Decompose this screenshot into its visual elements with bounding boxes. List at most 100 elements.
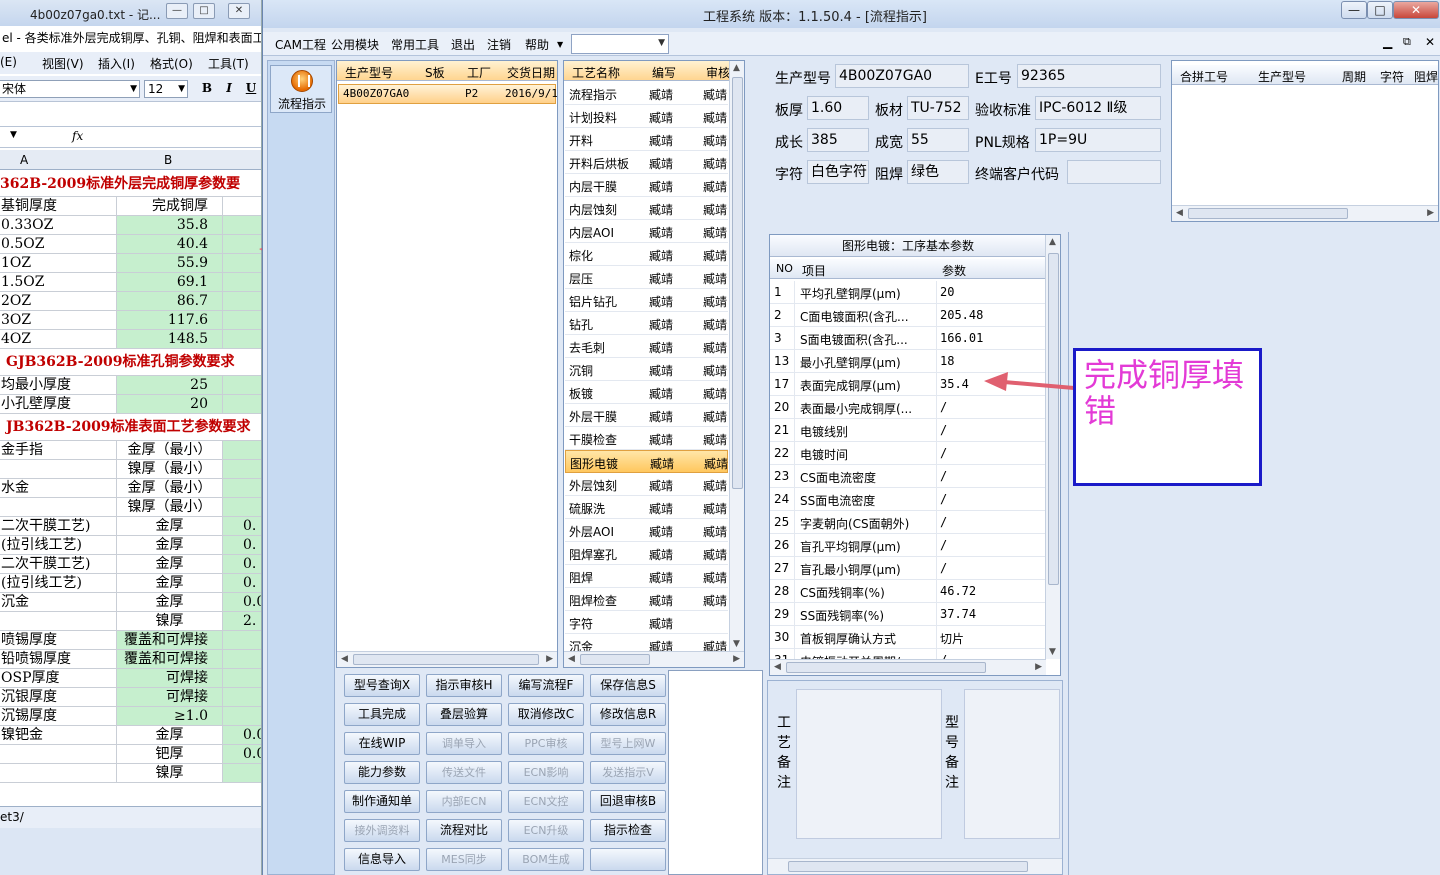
- underline-button[interactable]: U: [242, 81, 260, 97]
- length-field[interactable]: 385: [807, 128, 869, 152]
- cell-a[interactable]: 小孔壁厚度: [0, 395, 116, 413]
- process-row[interactable]: 内层干膜 臧靖 臧靖: [565, 174, 728, 197]
- process-row[interactable]: 棕化 臧靖 臧靖: [565, 243, 728, 266]
- process-row[interactable]: 外层蚀刻 臧靖 臧靖: [565, 473, 728, 496]
- section-title-cell[interactable]: 362B-2009标准外层完成铜厚参数要: [0, 171, 240, 196]
- cell-c[interactable]: [222, 311, 261, 329]
- process-row[interactable]: 层压 臧靖 臧靖: [565, 266, 728, 289]
- param-row[interactable]: 29 SS面残铜率(%) 37.74: [770, 603, 1046, 626]
- action-button-0-0[interactable]: 型号查询X: [344, 674, 420, 697]
- scroll-right-icon[interactable]: ▶: [1035, 662, 1042, 672]
- menu-public-module[interactable]: 公用模块: [331, 36, 379, 53]
- process-row[interactable]: 流程指示 臧靖 臧靖: [565, 82, 728, 105]
- process-row[interactable]: 开料后烘板 臧靖 臧靖: [565, 151, 728, 174]
- flow-indicator-button[interactable]: 流程指示: [270, 65, 332, 113]
- cell-b[interactable]: 镍厚（最小）: [116, 460, 222, 478]
- cell-b[interactable]: 可焊接: [116, 688, 222, 706]
- scroll-left-icon[interactable]: ◀: [774, 662, 781, 672]
- scroll-thumb[interactable]: [580, 654, 650, 665]
- cell-c[interactable]: [222, 688, 261, 706]
- cell-b[interactable]: 可焊接: [116, 669, 222, 687]
- menu-cam[interactable]: CAM工程: [275, 36, 326, 53]
- cell-a[interactable]: 4OZ: [0, 330, 116, 348]
- col-header-reviewer[interactable]: 审核: [706, 64, 730, 81]
- cell-c[interactable]: [222, 631, 261, 649]
- sheet-tab[interactable]: et3/: [0, 810, 24, 824]
- cell-a[interactable]: [0, 612, 116, 630]
- cell-c[interactable]: [222, 197, 261, 215]
- menu-logout[interactable]: 注销: [487, 36, 511, 53]
- cell-b[interactable]: 69.1: [116, 273, 222, 291]
- process-row[interactable]: 沉铜 臧靖 臧靖: [565, 358, 728, 381]
- col-header-item[interactable]: 项目: [802, 262, 826, 279]
- cell-b[interactable]: 20: [116, 395, 222, 413]
- action-button-5-0[interactable]: 接外调资料: [344, 819, 420, 842]
- process-row[interactable]: 阻焊塞孔 臧靖 臧靖: [565, 542, 728, 565]
- param-vscrollbar[interactable]: ▲ ▼: [1045, 235, 1060, 659]
- col-header-param[interactable]: 参数: [942, 262, 966, 279]
- scroll-left-icon[interactable]: ◀: [1176, 208, 1183, 218]
- param-hscrollbar[interactable]: ◀ ▶: [770, 659, 1046, 675]
- cell-a[interactable]: [0, 498, 116, 516]
- cell-b[interactable]: 钯厚: [116, 745, 222, 763]
- model-note-textarea[interactable]: [964, 689, 1060, 839]
- cell-b[interactable]: 金厚: [116, 574, 222, 592]
- cell-b[interactable]: 镍厚: [116, 764, 222, 782]
- scroll-up-icon[interactable]: ▲: [1049, 237, 1056, 247]
- e-no-field[interactable]: 92365: [1017, 64, 1161, 88]
- action-button-0-1[interactable]: 指示审核H: [426, 674, 502, 697]
- cell-c[interactable]: [222, 292, 261, 310]
- cell-b[interactable]: 金厚: [116, 726, 222, 744]
- action-button-5-1[interactable]: 流程对比: [426, 819, 502, 842]
- cell-b[interactable]: 完成铜厚: [116, 197, 222, 215]
- chevron-down-icon[interactable]: ▼: [557, 40, 563, 49]
- process-row[interactable]: 外层AOI 臧靖 臧靖: [565, 519, 728, 542]
- material-field[interactable]: TU-752: [907, 96, 969, 120]
- cell-c[interactable]: [222, 498, 261, 516]
- cell-b[interactable]: 覆盖和可焊接: [116, 631, 222, 649]
- param-row[interactable]: 1 平均孔壁铜厚(μm) 20: [770, 281, 1046, 304]
- process-row[interactable]: 干膜检查 臧靖 臧靖: [565, 427, 728, 450]
- action-button-1-0[interactable]: 工具完成: [344, 703, 420, 726]
- col-header-mask[interactable]: 阻焊: [1414, 68, 1438, 85]
- col-header-no[interactable]: NO: [776, 262, 793, 275]
- cell-b[interactable]: 86.7: [116, 292, 222, 310]
- action-button-1-3[interactable]: 修改信息R: [590, 703, 666, 726]
- process-row[interactable]: 字符 臧靖: [565, 611, 728, 634]
- param-row[interactable]: 28 CS面残铜率(%) 46.72: [770, 580, 1046, 603]
- process-row[interactable]: 图形电镀 臧靖 臧靖: [565, 450, 728, 473]
- chevron-down-icon[interactable]: ▼: [10, 130, 17, 140]
- cell-b[interactable]: 金厚（最小）: [116, 441, 222, 459]
- param-row[interactable]: 30 首板铜厚确认方式 切片: [770, 626, 1046, 649]
- cell-c[interactable]: 2.: [222, 612, 261, 630]
- bold-button[interactable]: B: [198, 81, 216, 97]
- menu-common-tools[interactable]: 常用工具: [391, 36, 439, 53]
- scroll-thumb[interactable]: [1048, 253, 1059, 585]
- param-row[interactable]: 23 CS面电流密度 /: [770, 465, 1046, 488]
- scroll-thumb[interactable]: [788, 861, 1028, 872]
- cell-b[interactable]: 镍厚: [116, 612, 222, 630]
- mdi-close-button[interactable]: ✕: [1425, 35, 1435, 49]
- cell-c[interactable]: 0.0: [222, 726, 261, 744]
- cell-a[interactable]: 镍钯金: [0, 726, 116, 744]
- section-title-cell[interactable]: GJB362B-2009标准孔铜参数要求: [6, 349, 235, 375]
- action-button-3-1[interactable]: 传送文件: [426, 761, 502, 784]
- col-header-merge-model[interactable]: 生产型号: [1258, 68, 1306, 85]
- model-row[interactable]: 4B00Z07GA0 P2 2016/9/1: [338, 84, 557, 104]
- process-row[interactable]: 钻孔 臧靖 臧靖: [565, 312, 728, 335]
- cell-c[interactable]: [222, 460, 261, 478]
- action-button-5-2[interactable]: ECN升级: [508, 819, 584, 842]
- col-header-process[interactable]: 工艺名称: [572, 64, 620, 81]
- cell-a[interactable]: (拉引线工艺): [0, 536, 116, 554]
- process-row[interactable]: 去毛刺 臧靖 臧靖: [565, 335, 728, 358]
- cell-b[interactable]: 镍厚（最小）: [116, 498, 222, 516]
- action-button-2-2[interactable]: PPC审核: [508, 732, 584, 755]
- param-row[interactable]: 25 字麦朝向(CS面朝外) /: [770, 511, 1046, 534]
- process-row[interactable]: 内层AOI 臧靖 臧靖: [565, 220, 728, 243]
- action-button-6-1[interactable]: MES同步: [426, 848, 502, 871]
- font-name-select[interactable]: 宋体 ▼: [0, 80, 140, 98]
- scroll-down-icon[interactable]: ▼: [1049, 647, 1056, 657]
- cell-c[interactable]: [222, 216, 261, 234]
- notepad-maximize-button[interactable]: □: [193, 3, 215, 19]
- action-button-6-0[interactable]: 信息导入: [344, 848, 420, 871]
